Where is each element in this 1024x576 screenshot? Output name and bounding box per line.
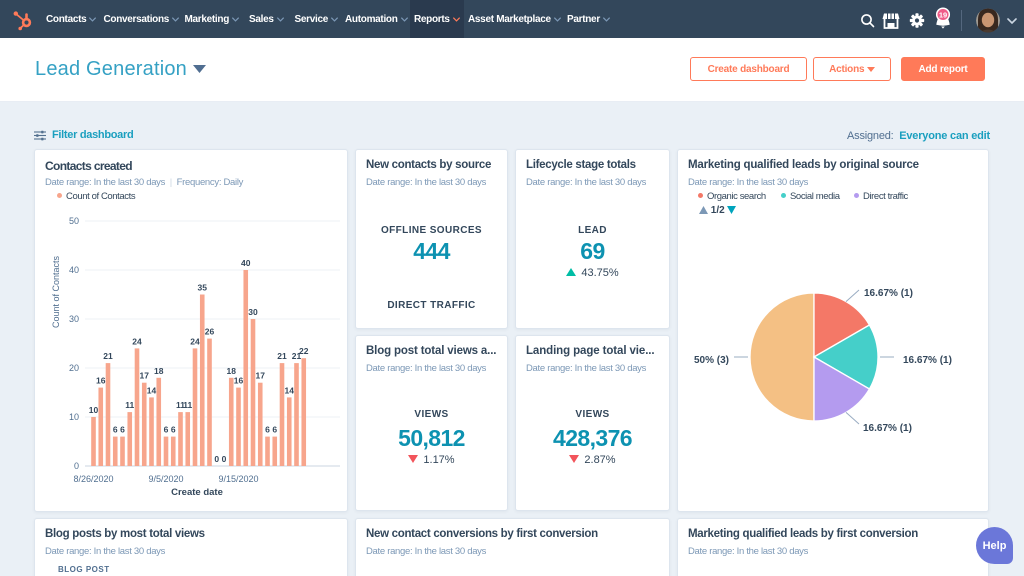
svg-text:10: 10: [69, 412, 79, 422]
svg-text:10: 10: [89, 405, 99, 415]
svg-text:21: 21: [277, 351, 287, 361]
svg-text:30: 30: [69, 314, 79, 324]
svg-text:21: 21: [103, 351, 113, 361]
svg-text:17: 17: [140, 371, 150, 381]
svg-text:9/15/2020: 9/15/2020: [218, 474, 258, 484]
svg-text:0: 0: [74, 461, 79, 471]
svg-text:50% (3): 50% (3): [694, 355, 729, 366]
svg-text:6: 6: [113, 425, 118, 435]
svg-text:16.67% (1): 16.67% (1): [863, 423, 912, 434]
svg-text:8/26/2020: 8/26/2020: [73, 474, 113, 484]
svg-text:22: 22: [299, 346, 309, 356]
svg-text:16: 16: [234, 376, 244, 386]
svg-text:18: 18: [227, 366, 237, 376]
svg-text:30: 30: [248, 307, 258, 317]
svg-text:0: 0: [222, 454, 227, 464]
svg-text:35: 35: [198, 283, 208, 293]
svg-text:26: 26: [205, 327, 215, 337]
svg-text:16.67% (1): 16.67% (1): [864, 288, 913, 299]
svg-text:17: 17: [256, 371, 266, 381]
svg-text:9/5/2020: 9/5/2020: [148, 474, 183, 484]
svg-text:6: 6: [120, 425, 125, 435]
svg-text:18: 18: [154, 366, 164, 376]
svg-text:Create date: Create date: [171, 487, 223, 498]
svg-text:6: 6: [164, 425, 169, 435]
svg-text:19: 19: [939, 10, 947, 19]
svg-text:40: 40: [69, 265, 79, 275]
svg-text:24: 24: [132, 336, 142, 346]
svg-text:24: 24: [190, 336, 200, 346]
svg-text:6: 6: [272, 425, 277, 435]
svg-text:6: 6: [171, 425, 176, 435]
svg-text:14: 14: [285, 385, 295, 395]
svg-text:40: 40: [241, 258, 251, 268]
svg-text:Count of Contacts: Count of Contacts: [51, 255, 61, 328]
svg-text:16: 16: [96, 376, 106, 386]
svg-text:11: 11: [183, 400, 192, 410]
svg-text:0: 0: [214, 454, 219, 464]
svg-text:6: 6: [265, 425, 270, 435]
svg-text:20: 20: [69, 363, 79, 373]
svg-text:11: 11: [125, 400, 134, 410]
svg-text:14: 14: [147, 385, 157, 395]
svg-text:50: 50: [69, 216, 79, 226]
svg-text:16.67% (1): 16.67% (1): [903, 355, 952, 366]
